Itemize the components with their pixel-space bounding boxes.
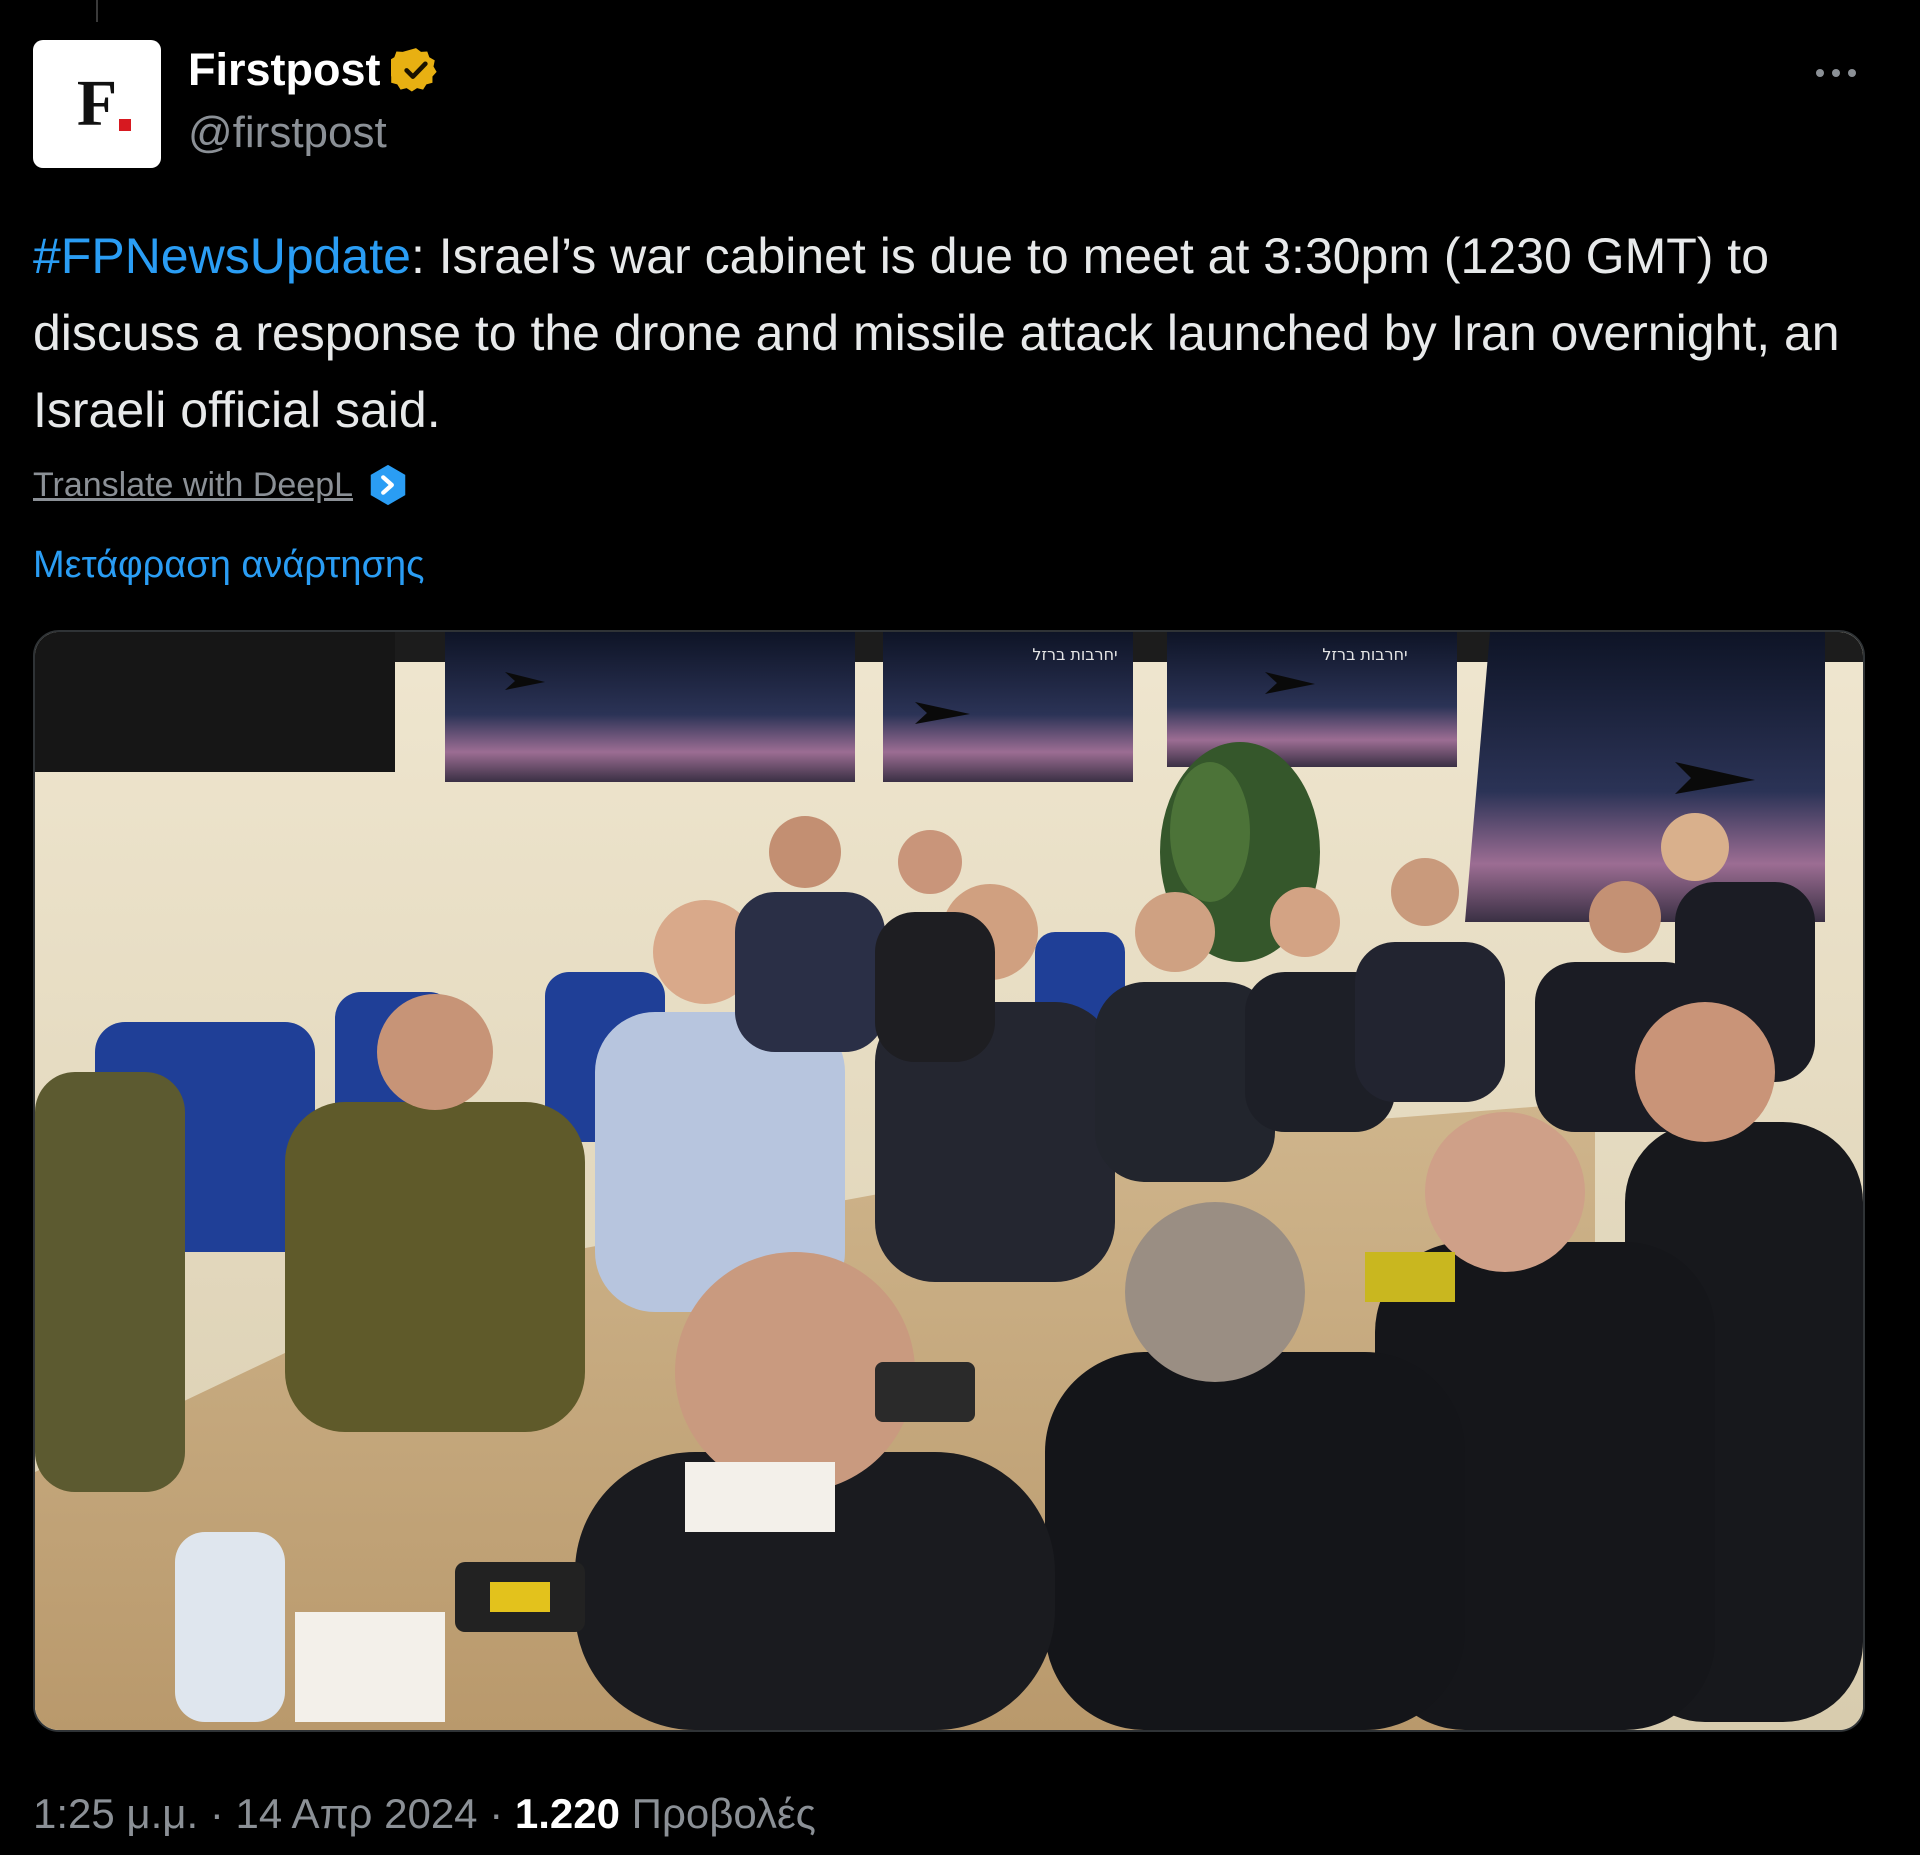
- tweet-meta: 1:25 μ.μ. · 14 Απρ 2024 · 1.220 Προβολές: [33, 1790, 816, 1838]
- table-item: [490, 1582, 550, 1612]
- display-name-row[interactable]: Firstpost: [188, 44, 441, 96]
- paper: [685, 1462, 835, 1532]
- screen-4: [1167, 632, 1457, 767]
- avatar[interactable]: F: [33, 40, 161, 168]
- display-name[interactable]: Firstpost: [188, 44, 381, 96]
- thread-connector-line: [96, 0, 98, 22]
- verified-badge-icon[interactable]: [390, 45, 441, 95]
- screen-1: [35, 632, 395, 772]
- hashtag-link[interactable]: #FPNewsUpdate: [33, 228, 411, 284]
- more-options-icon[interactable]: [1806, 58, 1866, 88]
- person-left-soldier: [35, 1072, 185, 1492]
- more-dot: [1832, 69, 1840, 77]
- translate-deepl-link[interactable]: Translate with DeepL: [33, 466, 353, 505]
- screen-5: [1465, 632, 1825, 922]
- plant-leaves: [1170, 762, 1250, 902]
- water-bottle: [175, 1532, 285, 1722]
- views-count: 1.220: [514, 1790, 620, 1837]
- more-dot: [1848, 69, 1856, 77]
- handle[interactable]: @firstpost: [188, 108, 387, 158]
- paper: [295, 1612, 445, 1722]
- table-item: [1365, 1252, 1455, 1302]
- avatar-logo: F: [77, 71, 132, 137]
- tweet-photo[interactable]: יחרבות ברזל יחרבות ברזל: [33, 630, 1865, 1732]
- translate-post-link[interactable]: Μετάφραση ανάρτησης: [33, 544, 424, 587]
- views-label: Προβολές: [619, 1790, 816, 1837]
- meeting-room-photo: יחרבות ברזל יחרבות ברזל: [35, 632, 1863, 1730]
- tweet-text: #FPNewsUpdate: Israel’s war cabinet is d…: [33, 218, 1873, 449]
- table-item: [875, 1362, 975, 1422]
- meta-separator: ·: [198, 1790, 236, 1837]
- tweet-time[interactable]: 1:25 μ.μ.: [33, 1790, 198, 1837]
- screen-2: [445, 632, 855, 782]
- deepl-icon[interactable]: [365, 462, 411, 508]
- screen-caption: יחרבות ברזל: [1322, 645, 1407, 664]
- screen-caption: יחרבות ברזל: [1032, 645, 1117, 664]
- more-dot: [1816, 69, 1824, 77]
- tweet-date[interactable]: 14 Απρ 2024: [235, 1790, 477, 1837]
- translate-deepl-row[interactable]: Translate with DeepL: [33, 462, 411, 508]
- meta-separator: ·: [477, 1790, 515, 1837]
- avatar-logo-dot: [119, 119, 132, 131]
